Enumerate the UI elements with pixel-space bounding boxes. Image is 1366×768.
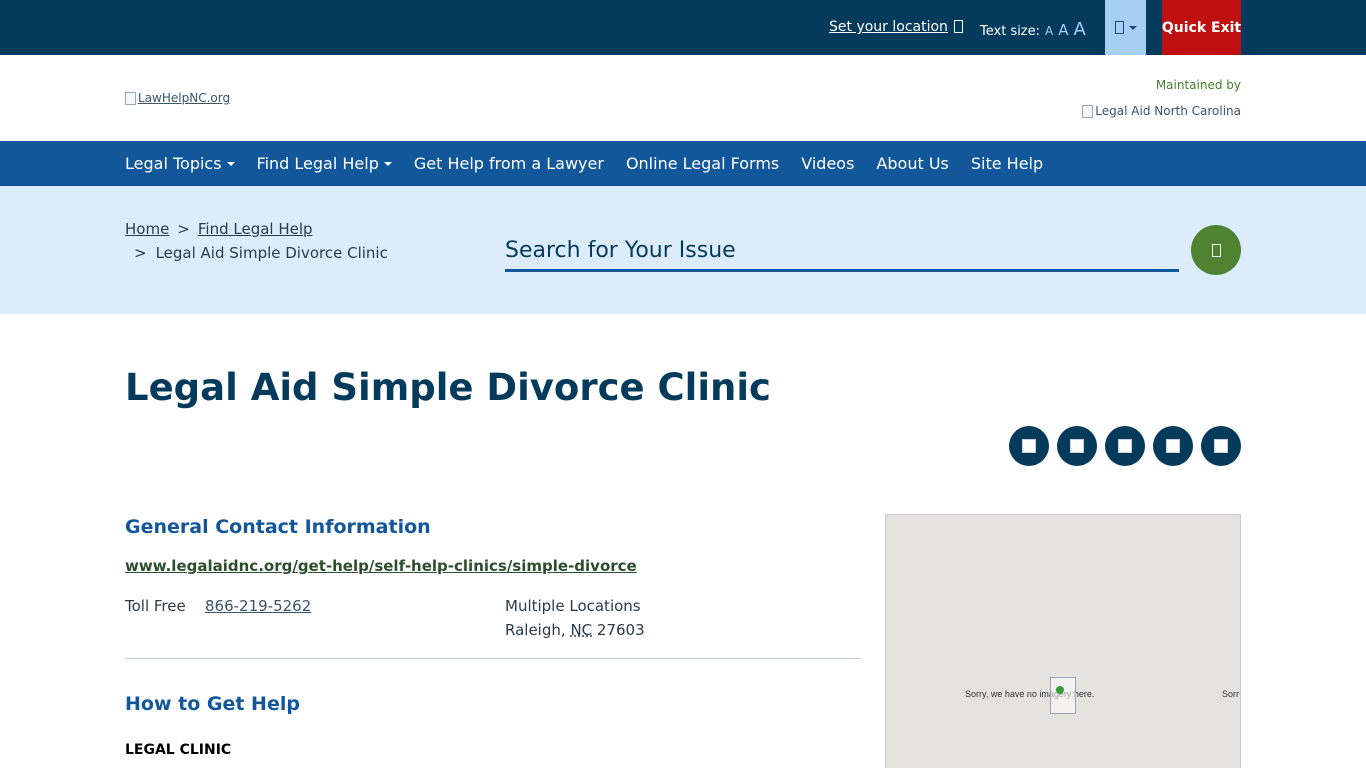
search-input[interactable] (505, 232, 1179, 272)
how-to-get-help-heading: How to Get Help (125, 693, 300, 715)
text-size-medium-button[interactable]: A (1058, 21, 1068, 39)
address-state: NC (570, 621, 593, 639)
share-icon (1166, 439, 1180, 453)
nav-item-legal-topics[interactable]: Legal Topics (125, 154, 235, 173)
text-size-small-button[interactable]: A (1045, 24, 1053, 38)
nav-item-about-us[interactable]: About Us (876, 154, 948, 173)
toll-free-label: Toll Free (125, 597, 186, 615)
share-icon (1070, 439, 1084, 453)
breadcrumb-current-row: > Legal Aid Simple Divorce Clinic (134, 244, 388, 262)
search-button[interactable] (1191, 225, 1241, 275)
contact-heading: General Contact Information (125, 516, 431, 538)
site-logo-link[interactable]: LawHelpNC.org (125, 91, 230, 105)
breadcrumb-current: Legal Aid Simple Divorce Clinic (155, 244, 388, 262)
share-button-4[interactable] (1153, 426, 1193, 466)
language-icon (1114, 21, 1124, 34)
partner-logo-alt-text: Legal Aid North Carolina (1095, 104, 1241, 118)
chevron-down-icon (383, 162, 392, 166)
address-city-state-zip: Raleigh, NC 27603 (505, 621, 645, 639)
nav-item-online-legal-forms[interactable]: Online Legal Forms (626, 154, 779, 173)
breadcrumb-home-link[interactable]: Home (125, 220, 169, 238)
share-icon (1022, 439, 1036, 453)
share-icon (1214, 439, 1228, 453)
nav-item-find-legal-help[interactable]: Find Legal Help (257, 154, 392, 173)
nav-item-videos[interactable]: Videos (801, 154, 854, 173)
map-pin-icon (1056, 686, 1064, 694)
utility-bar: Set your location Text size: A A A Quick… (0, 0, 1366, 55)
location-map[interactable]: Sorry, we have no imagery here. Sorr (885, 514, 1241, 768)
breadcrumb-separator: > (177, 220, 190, 238)
set-location-label: Set your location (829, 19, 948, 35)
page-title: Legal Aid Simple Divorce Clinic (125, 366, 771, 409)
address-zip: 27603 (596, 621, 645, 639)
share-icon (1118, 439, 1132, 453)
nav-item-label: Find Legal Help (256, 154, 379, 173)
share-button-1[interactable] (1009, 426, 1049, 466)
maintained-by-label: Maintained by (1155, 78, 1241, 92)
language-selector-button[interactable] (1105, 0, 1146, 55)
nav-item-site-help[interactable]: Site Help (971, 154, 1043, 173)
share-buttons (1009, 426, 1241, 466)
toll-free-phone-link[interactable]: 866-219-5262 (205, 597, 311, 615)
map-marker[interactable] (1050, 677, 1076, 714)
chevron-down-icon (226, 162, 235, 166)
breadcrumb: Home > Find Legal Help (125, 220, 313, 238)
section-divider (125, 658, 861, 659)
text-size-control: Text size: A A A (980, 19, 1086, 40)
broken-image-icon (125, 91, 136, 105)
site-logo-alt-text: LawHelpNC.org (138, 91, 231, 105)
breadcrumb-find-legal-help-link[interactable]: Find Legal Help (198, 220, 313, 238)
text-size-large-button[interactable]: A (1074, 19, 1086, 40)
address-line: Multiple Locations (505, 597, 641, 615)
text-size-label: Text size: (980, 24, 1041, 39)
broken-image-icon (1082, 104, 1094, 118)
partner-logo-link[interactable]: Legal Aid North Carolina (1082, 104, 1241, 118)
breadcrumb-separator: > (134, 244, 147, 262)
nav-item-label: Legal Topics (125, 154, 222, 173)
nav-item-get-help-from-lawyer[interactable]: Get Help from a Lawyer (414, 154, 604, 173)
quick-exit-button[interactable]: Quick Exit (1162, 0, 1241, 55)
map-marker-icon (953, 20, 963, 33)
address-city: Raleigh (505, 621, 561, 639)
share-button-3[interactable] (1105, 426, 1145, 466)
share-button-2[interactable] (1057, 426, 1097, 466)
help-type-label: LEGAL CLINIC (125, 742, 232, 758)
main-navigation: Legal Topics Find Legal Help Get Help fr… (0, 141, 1366, 186)
chevron-down-icon (1128, 25, 1137, 30)
map-no-imagery-message-cut: Sorr (1222, 689, 1240, 699)
share-button-5[interactable] (1201, 426, 1241, 466)
set-location-link[interactable]: Set your location (829, 19, 963, 35)
website-link[interactable]: www.legalaidnc.org/get-help/self-help-cl… (125, 557, 637, 575)
search-icon (1211, 243, 1221, 257)
